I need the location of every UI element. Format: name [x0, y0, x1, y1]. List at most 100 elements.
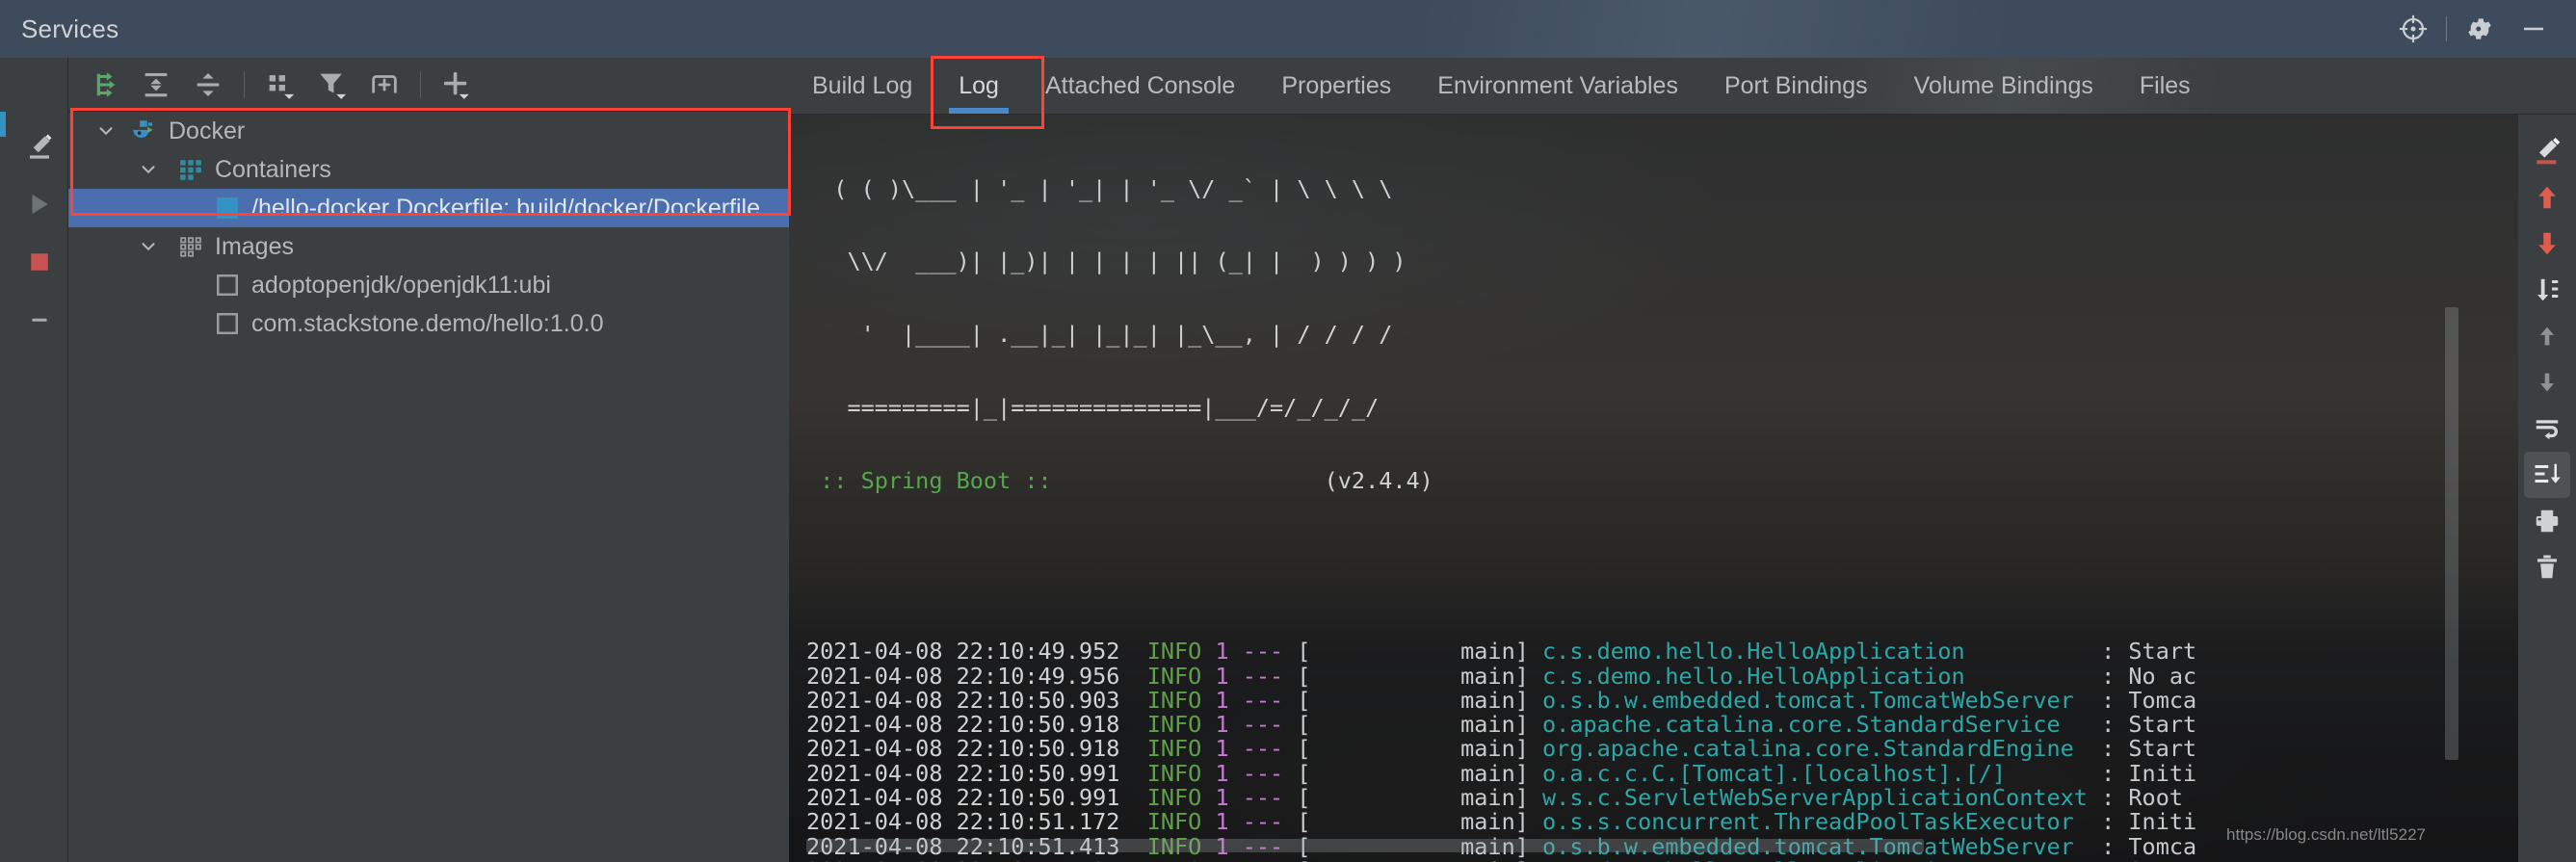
- log-line: 2021-04-08 22:10:50.903 INFO 1 --- [ mai…: [806, 686, 2518, 714]
- tab-label: Build Log: [812, 71, 913, 99]
- banner-line-3: ' |____| .__|_| |_|_| |_\__, | / / / /: [806, 321, 1393, 349]
- print-icon[interactable]: [2518, 498, 2576, 544]
- tree-node-images[interactable]: Images: [68, 227, 789, 266]
- services-tree[interactable]: Docker Containers /hello-docker Dockerfi…: [68, 112, 790, 862]
- locate-icon[interactable]: [2386, 0, 2440, 58]
- watermark-text: https://blog.csdn.net/ltl5227: [2226, 825, 2426, 844]
- trash-icon[interactable]: [2518, 544, 2576, 590]
- tab-label: Port Bindings: [1723, 71, 1868, 99]
- tab-port-bindings[interactable]: Port Bindings: [1701, 58, 1891, 114]
- services-toolbar: [68, 58, 789, 112]
- log-level: INFO: [1146, 686, 1216, 714]
- active-tool-marker: [0, 112, 6, 137]
- log-message: : Start: [2101, 711, 2197, 739]
- log-thread: [ main]: [1297, 686, 1543, 714]
- chevron-down-icon[interactable]: [136, 157, 161, 182]
- titlebar-separator: [2446, 16, 2447, 41]
- tree-node-containers[interactable]: Containers: [68, 150, 789, 189]
- run-controls-rail: [11, 58, 68, 862]
- wrap-text-icon[interactable]: [2518, 405, 2576, 452]
- log-level: INFO: [1147, 857, 1216, 862]
- services-tool-window: Services Docker Containers /hello-docker…: [0, 0, 2576, 862]
- page-title: Services: [21, 13, 119, 43]
- run-icon[interactable]: [11, 175, 68, 233]
- toolbar-separator-2: [420, 70, 421, 98]
- spring-boot-ascii-banner-4: =========|_|==============|___/=/_/_/_/: [806, 396, 2518, 420]
- console-vertical-scrollbar[interactable]: [2445, 307, 2458, 760]
- tree-node-hello-docker[interactable]: /hello-docker Dockerfile: build/docker/D…: [68, 189, 789, 227]
- log-pid: 1: [1215, 662, 1243, 690]
- arrow-down-icon[interactable]: [2518, 359, 2576, 405]
- log-level: INFO: [1146, 711, 1216, 739]
- log-separator: ---: [1242, 808, 1298, 836]
- log-logger: o.s.b.w.embedded.tomcat.TomcatWebServer: [1542, 686, 2102, 714]
- edit-configurations-icon[interactable]: [11, 118, 68, 175]
- spring-boot-version: (v2.4.4): [1324, 467, 1433, 495]
- tab-attached-console[interactable]: Attached Console: [1022, 58, 1258, 114]
- filter-icon[interactable]: [306, 64, 358, 106]
- log-line: 2021-04-08 22:10:49.952 INFO 1 --- [ mai…: [806, 640, 2518, 664]
- tab-environment-variables[interactable]: Environment Variables: [1414, 58, 1701, 114]
- log-level: INFO: [1146, 784, 1216, 812]
- add-icon[interactable]: [431, 64, 483, 106]
- collapse-icon[interactable]: [11, 291, 68, 349]
- log-level: INFO: [1146, 662, 1216, 690]
- stop-icon[interactable]: [11, 233, 68, 291]
- log-console[interactable]: ( ( )\___ | '_ | '_| | '_ \/ _` | \ \ \ …: [789, 115, 2518, 862]
- log-thread: [ main]: [1297, 638, 1543, 666]
- tab-label: Properties: [1281, 71, 1392, 99]
- tab-label: Log: [959, 71, 999, 99]
- tree-node-label: Containers: [215, 155, 331, 183]
- log-thread: [ main]: [1297, 735, 1543, 763]
- tab-volume-bindings[interactable]: Volume Bindings: [1891, 58, 2116, 114]
- chevron-down-icon[interactable]: [136, 234, 161, 259]
- chevron-down-icon[interactable]: [93, 118, 118, 144]
- spring-boot-ascii-banner-2: \\/ ___)| |_)| | | | | || (_| | ) ) ) ): [806, 249, 2518, 274]
- title-bar: Services: [0, 0, 2576, 59]
- container-detail-panel: Build Log Log Attached Console Propertie…: [789, 58, 2576, 862]
- log-separator: ---: [1242, 686, 1298, 714]
- expand-all-icon[interactable]: [130, 64, 182, 106]
- spring-boot-ascii-banner: ( ( )\___ | '_ | '_| | '_ \/ _` | \ \ \ …: [806, 176, 2518, 201]
- log-logger: w.s.c.ServletWebServerApplicationContext: [1542, 784, 2102, 812]
- add-tab-icon[interactable]: [358, 64, 410, 106]
- previous-occurrence-icon[interactable]: [2518, 174, 2576, 221]
- tab-log[interactable]: Log: [935, 58, 1022, 114]
- arrow-up-icon[interactable]: [2518, 313, 2576, 359]
- spring-boot-version-line: :: Spring Boot :: (v2.4.4): [806, 469, 2518, 493]
- tree-node-docker[interactable]: Docker: [68, 112, 789, 150]
- gear-icon[interactable]: [2453, 0, 2507, 58]
- group-by-icon[interactable]: [254, 64, 306, 106]
- tree-node-image-hello[interactable]: com.stackstone.demo/hello:1.0.0: [68, 304, 789, 343]
- log-thread: [ main]: [1297, 759, 1543, 787]
- log-level: INFO: [1146, 638, 1216, 666]
- tab-build-log[interactable]: Build Log: [789, 58, 935, 114]
- tree-node-label: adoptopenjdk/openjdk11:ubi: [251, 271, 551, 299]
- connect-icon[interactable]: [78, 64, 130, 106]
- log-message: : Start: [2101, 857, 2196, 862]
- scroll-to-the-end-icon[interactable]: [2524, 452, 2570, 498]
- console-action-rail: [2518, 115, 2576, 862]
- tree-node-label: com.stackstone.demo/hello:1.0.0: [251, 309, 604, 337]
- log-line: 2021-04-08 22:10:50.991 INFO 1 --- [ mai…: [806, 759, 2518, 787]
- scroll-to-end-icon[interactable]: [2518, 267, 2576, 313]
- minimize-icon[interactable]: [2507, 0, 2561, 58]
- log-pid: 1: [1215, 735, 1243, 763]
- log-message: : Initi: [2101, 808, 2197, 836]
- tree-node-image-openjdk[interactable]: adoptopenjdk/openjdk11:ubi: [68, 266, 789, 304]
- next-occurrence-icon[interactable]: [2518, 221, 2576, 267]
- images-grid-icon: [176, 232, 205, 261]
- console-horizontal-scrollbar[interactable]: [806, 839, 1924, 852]
- spring-boot-label: :: Spring Boot ::: [806, 467, 1052, 495]
- tab-files[interactable]: Files: [2116, 58, 2214, 114]
- log-pid: 1: [1215, 784, 1243, 812]
- tab-properties[interactable]: Properties: [1258, 58, 1414, 114]
- log-timestamp: 2021-04-08 22:10:51.427: [806, 857, 1147, 862]
- log-logger: o.s.s.concurrent.ThreadPoolTaskExecutor: [1542, 808, 2102, 836]
- log-timestamp: 2021-04-08 22:10:50.903: [806, 686, 1147, 714]
- collapse-all-icon[interactable]: [182, 64, 234, 106]
- soft-wrap-icon[interactable]: [2518, 128, 2576, 174]
- log-message: : Initi: [2101, 759, 2197, 787]
- log-logger: org.apache.catalina.core.StandardEngine: [1542, 735, 2102, 763]
- log-timestamp: 2021-04-08 22:10:50.918: [806, 711, 1147, 739]
